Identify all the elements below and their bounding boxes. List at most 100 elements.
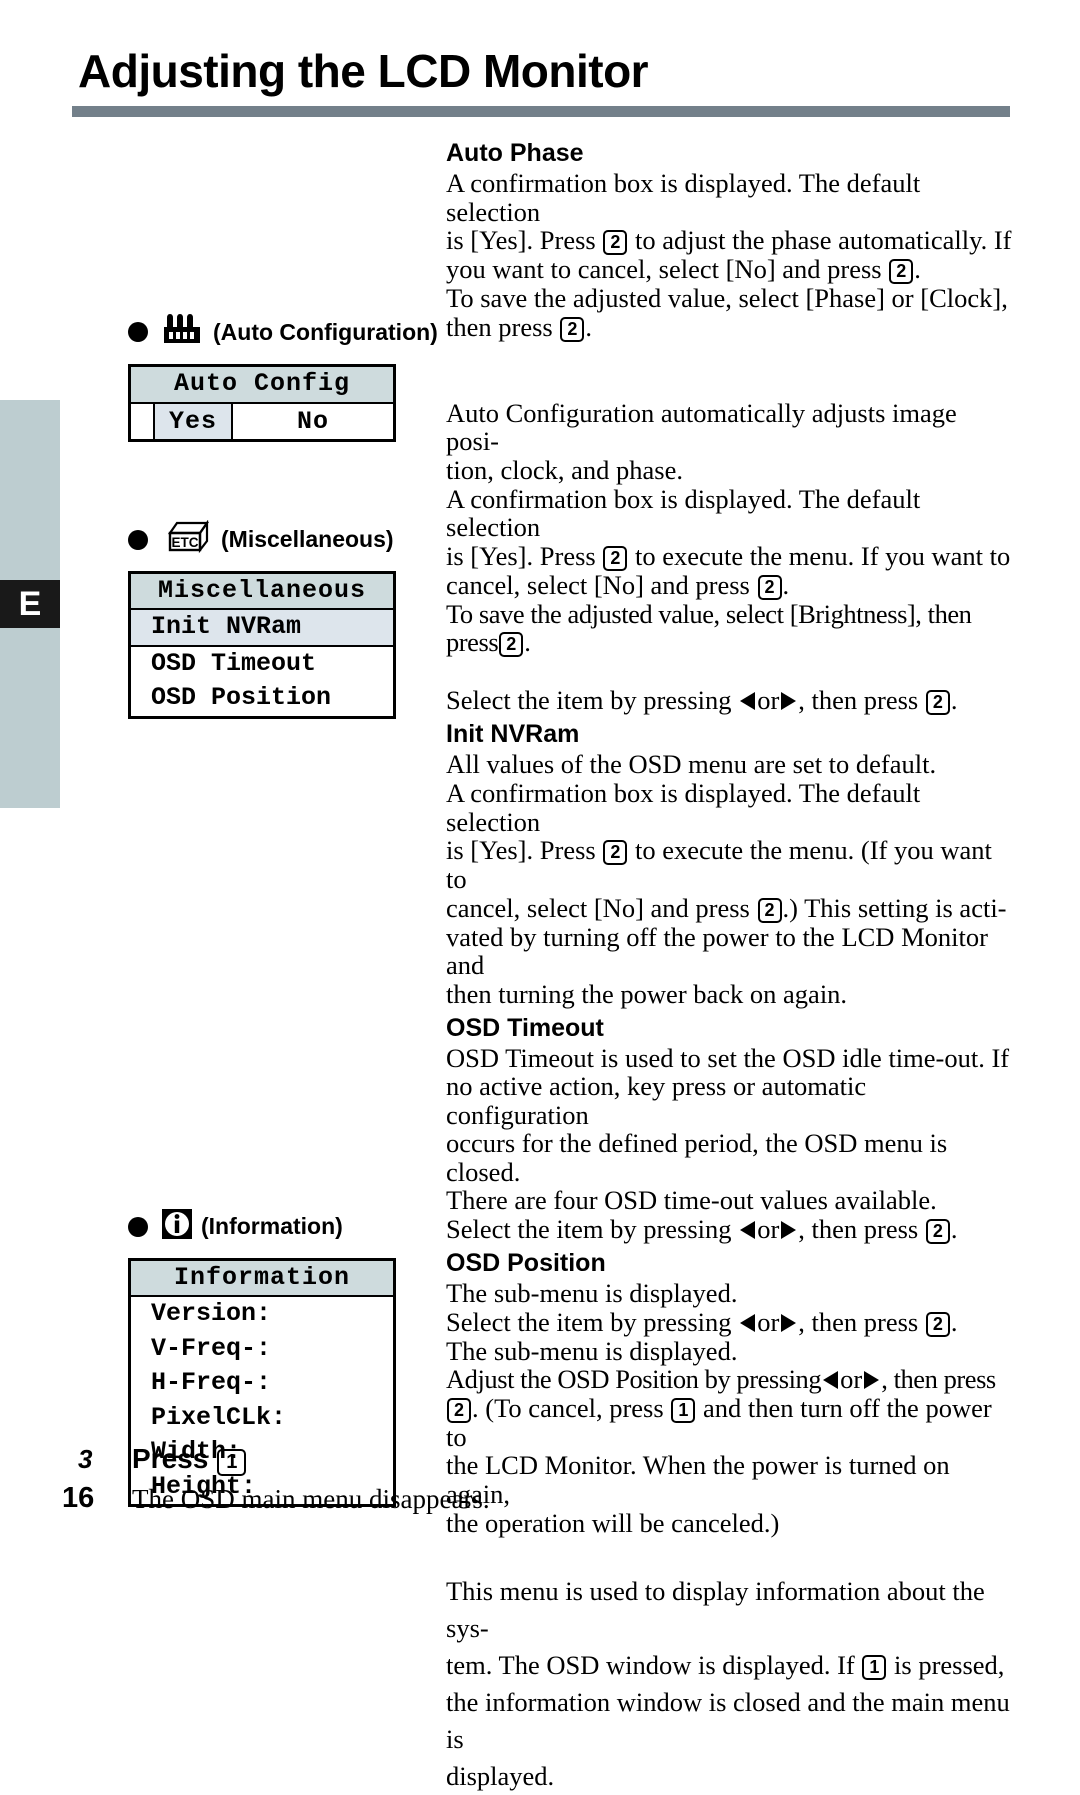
paragraph-auto-phase: A confirmation box is displayed. The def… xyxy=(446,169,1012,342)
key-button-2: 2 xyxy=(925,1219,950,1245)
text-line: This menu is used to display information… xyxy=(446,1576,985,1644)
title-rule xyxy=(72,106,1010,117)
osd-choice-blank-cell xyxy=(131,403,155,439)
section-header-auto-configuration: (Auto Configuration) xyxy=(128,312,438,352)
text-line: . xyxy=(782,569,790,600)
osd-item-init-nvram[interactable]: Init NVRam xyxy=(131,610,393,647)
key-button-2: 2 xyxy=(757,574,782,600)
text-line: , then press xyxy=(881,1364,996,1395)
edge-band-top xyxy=(0,400,60,580)
key-button-2: 2 xyxy=(925,690,950,716)
arrow-left-icon xyxy=(740,1221,756,1240)
key-button-2: 2 xyxy=(447,1397,472,1423)
text-line: . xyxy=(524,627,531,658)
text-line: , then press xyxy=(798,685,919,716)
text-line: no active action, key press or automatic… xyxy=(446,1071,867,1130)
subheading-auto-phase: Auto Phase xyxy=(446,139,584,167)
text-line: then press xyxy=(446,311,553,342)
text-or: or xyxy=(840,1364,863,1395)
text-line: cancel, select [No] and press xyxy=(446,892,750,923)
edge-band-bottom xyxy=(0,628,60,808)
footer-note: The OSD main menu disappears. xyxy=(132,1484,490,1514)
osd-option-yes[interactable]: Yes xyxy=(155,403,234,439)
text-line: A confirmation box is displayed. The def… xyxy=(446,777,921,837)
info-icon xyxy=(160,1207,194,1247)
text-line: the operation will be canceled.) xyxy=(446,1507,780,1538)
text-line: . xyxy=(914,254,921,285)
arrow-left-icon xyxy=(740,1313,756,1332)
section-header-information-label: (Information) xyxy=(201,1213,343,1239)
section-header-auto-configuration-label: (Auto Configuration) xyxy=(213,318,438,345)
text-line: Select the item by pressing xyxy=(446,1306,732,1337)
osd-item-osd-position[interactable]: OSD Position xyxy=(131,681,393,716)
bullet-icon xyxy=(128,529,148,550)
text-line: the LCD Monitor. When the power is turne… xyxy=(446,1450,950,1510)
text-line: tem. The OSD window is displayed. If xyxy=(446,1650,855,1681)
key-button-2: 2 xyxy=(925,1311,950,1337)
key-button-2: 2 xyxy=(889,259,914,285)
osd-title-miscellaneous: Miscellaneous xyxy=(131,573,393,610)
text-line: . (To cancel, press xyxy=(472,1392,664,1423)
text-or: or xyxy=(757,1306,780,1337)
key-button-2: 2 xyxy=(560,316,585,342)
bullet-icon xyxy=(128,322,148,342)
text-line: Select the item by pressing xyxy=(446,685,732,716)
text-line: cancel, select [No] and press xyxy=(446,569,750,600)
osd-title-auto-config: Auto Config xyxy=(131,367,393,404)
text-line: the information window is closed and the… xyxy=(446,1687,1010,1755)
left-column: (Auto Configuration) Auto Config Yes No … xyxy=(128,140,438,1507)
arrow-right-icon xyxy=(864,1371,880,1390)
text-line: vated by turning off the power to the LC… xyxy=(446,921,988,981)
text-line: . xyxy=(950,1306,958,1337)
osd-item-osd-timeout[interactable]: OSD Timeout xyxy=(131,647,393,682)
text-line: The sub-menu is displayed. xyxy=(446,1278,738,1309)
text-line: , then press xyxy=(798,1306,919,1337)
factory-icon xyxy=(160,312,206,352)
text-line: is [Yes]. Press xyxy=(446,835,596,866)
paragraph-auto-configuration: Auto Configuration automatically adjusts… xyxy=(446,399,1012,658)
text-line: is [Yes]. Press xyxy=(446,225,596,256)
text-line: All values of the OSD menu are set to de… xyxy=(446,749,937,780)
text-line: OSD Timeout is used to set the OSD idle … xyxy=(446,1042,1010,1073)
text-line: . xyxy=(950,1214,958,1245)
text-line: Select the item by pressing xyxy=(446,1214,732,1245)
key-button-2: 2 xyxy=(499,632,524,658)
osd-option-no[interactable]: No xyxy=(233,404,393,439)
text-line: A confirmation box is displayed. The def… xyxy=(446,483,921,543)
arrow-right-icon xyxy=(781,1221,797,1240)
osd-item-v-freq: V-Freq-: xyxy=(151,1333,272,1363)
subheading-init-nvram: Init NVRam xyxy=(446,720,580,749)
text-line: to adjust the phase automatically. If xyxy=(634,225,1012,256)
osd-item-h-freq: H-Freq-: xyxy=(151,1368,272,1397)
text-line: To save the adjusted value, select [Phas… xyxy=(446,283,1008,314)
key-button-1: 1 xyxy=(862,1655,887,1681)
subheading-osd-position: OSD Position xyxy=(446,1249,606,1278)
osd-box-auto-config: Auto Config Yes No xyxy=(128,364,396,442)
paragraph-osd-position: The sub-menu is displayed. Select the it… xyxy=(446,1279,1012,1537)
text-line: then turning the power back on again. xyxy=(446,978,848,1009)
text-line: you want to cancel, select [No] and pres… xyxy=(446,254,882,285)
text-line: A confirmation box is displayed. The def… xyxy=(446,168,921,227)
text-line: Adjust the OSD Position by pressing xyxy=(446,1364,822,1395)
text-line: is pressed, xyxy=(894,1650,1005,1681)
text-line: . xyxy=(950,685,958,716)
right-column: Auto Phase A confirmation box is display… xyxy=(446,138,1012,1795)
text-line: Auto Configuration automatically adjusts… xyxy=(446,397,957,457)
osd-item-version: Version: xyxy=(151,1299,272,1328)
paragraph-init-nvram: All values of the OSD menu are set to de… xyxy=(446,750,1012,1008)
text-or: or xyxy=(757,685,780,716)
step-number: 3 xyxy=(78,1444,93,1474)
text-line: There are four OSD time-out values avail… xyxy=(446,1185,937,1216)
text-line: is [Yes]. Press xyxy=(446,540,596,571)
etc-box-icon: ETC xyxy=(160,519,214,560)
footer-step: 3 Press 1 xyxy=(78,1443,247,1476)
key-button-1: 1 xyxy=(217,1449,247,1476)
bullet-icon xyxy=(128,1216,148,1237)
key-button-2: 2 xyxy=(603,230,628,256)
paragraph-miscellaneous-select: Select the item by pressing or , then pre… xyxy=(446,685,1012,716)
subheading-osd-timeout: OSD Timeout xyxy=(446,1013,604,1042)
text-line: The sub-menu is displayed. xyxy=(446,1335,738,1366)
arrow-right-icon xyxy=(781,1313,797,1332)
key-button-1: 1 xyxy=(671,1397,696,1423)
key-button-2: 2 xyxy=(603,840,628,866)
